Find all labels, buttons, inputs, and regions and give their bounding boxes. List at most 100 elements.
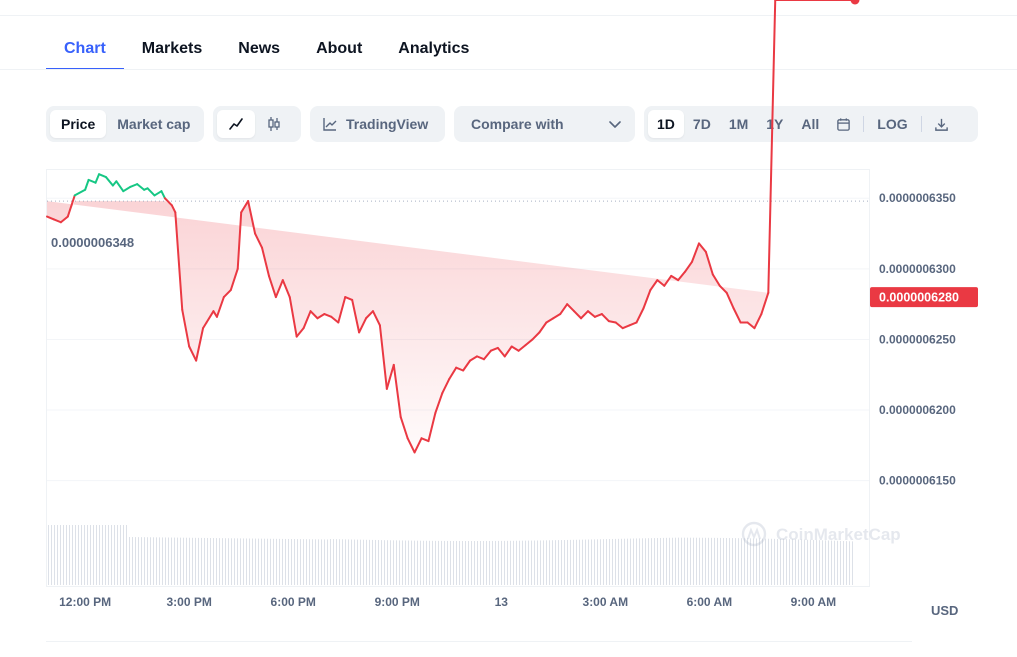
volume-bar	[195, 537, 196, 585]
volume-bar	[789, 539, 790, 585]
y-tick-label: 0.0000006350	[879, 191, 956, 205]
volume-bar	[141, 537, 142, 585]
volume-bar	[444, 540, 445, 585]
volume-bar	[210, 538, 211, 585]
current-price-text: 0.0000006280	[879, 291, 959, 305]
volume-bar	[441, 540, 442, 585]
volume-bar	[324, 539, 325, 585]
volume-bar	[570, 539, 571, 585]
volume-bar	[333, 539, 334, 585]
volume-bar	[720, 537, 721, 585]
volume-bar	[657, 538, 658, 585]
volume-bar	[291, 539, 292, 585]
volume-bar	[273, 538, 274, 585]
volume-bar	[690, 537, 691, 585]
volume-bar	[582, 539, 583, 585]
volume-bar	[819, 540, 820, 585]
volume-bar	[552, 540, 553, 585]
volume-bar	[837, 540, 838, 585]
price-chart[interactable]: 0.0000006350 0.0000006300 0.0000006250 0.00…	[0, 0, 1017, 657]
volume-bar	[423, 540, 424, 585]
volume-bar	[792, 539, 793, 585]
volume-bar	[594, 539, 595, 585]
volume-bar	[156, 537, 157, 585]
volume-bar	[633, 538, 634, 585]
volume-bar	[306, 539, 307, 585]
price-line-segment	[98, 173, 107, 179]
volume-bar	[537, 540, 538, 585]
volume-bar	[330, 539, 331, 585]
volume-bar	[231, 538, 232, 585]
volume-bar	[177, 537, 178, 585]
volume-bar	[471, 540, 472, 585]
price-area-fill	[47, 201, 769, 453]
volume-bar	[60, 525, 61, 585]
volume-bar	[255, 538, 256, 585]
volume-bar	[111, 525, 112, 585]
volume-bar	[318, 539, 319, 585]
volume-bar	[768, 538, 769, 585]
volume-bar	[645, 538, 646, 585]
volume-bar	[294, 539, 295, 585]
volume-bar	[693, 537, 694, 585]
volume-bar	[810, 539, 811, 585]
price-line-segment	[607, 320, 617, 324]
volume-bar	[561, 540, 562, 585]
volume-bar	[516, 540, 517, 585]
volume-bar	[621, 538, 622, 585]
volume-bar	[747, 538, 748, 585]
volume-bar	[459, 540, 460, 585]
volume-bar	[228, 538, 229, 585]
volume-bar	[147, 537, 148, 585]
volume-bar	[99, 525, 100, 585]
volume-bar	[234, 538, 235, 585]
x-tick-label: 9:00 PM	[375, 595, 420, 609]
volume-bar	[246, 538, 247, 585]
volume-bar	[783, 539, 784, 585]
volume-bar	[129, 537, 130, 585]
volume-bar	[264, 538, 265, 585]
volume-bar	[420, 540, 421, 585]
volume-bar	[816, 540, 817, 585]
volume-bar	[213, 538, 214, 585]
volume-bar	[204, 537, 205, 585]
volume-bar	[447, 540, 448, 585]
volume-bar	[672, 537, 673, 585]
volume-bar	[285, 538, 286, 585]
y-tick-label: 0.0000006150	[879, 474, 956, 488]
volume-bar	[90, 525, 91, 585]
price-line-segment	[87, 178, 97, 184]
y-tick-label: 0.0000006250	[879, 332, 956, 346]
volume-bar	[687, 537, 688, 585]
price-line-segment	[129, 183, 139, 188]
volume-bar	[831, 540, 832, 585]
volume-bar	[483, 540, 484, 585]
volume-bar	[507, 540, 508, 585]
volume-bar	[114, 525, 115, 585]
volume-bar	[135, 537, 136, 585]
price-line-segment	[160, 190, 166, 200]
volume-bar	[726, 537, 727, 585]
x-tick-label: 3:00 AM	[583, 595, 629, 609]
volume-bar	[624, 538, 625, 585]
volume-bar	[660, 537, 661, 585]
volume-bar	[615, 538, 616, 585]
volume-bar	[183, 537, 184, 585]
volume-bar	[681, 537, 682, 585]
volume-bar	[522, 540, 523, 585]
volume-bar	[777, 538, 778, 585]
price-line-segment	[153, 190, 163, 197]
volume-bar	[393, 540, 394, 585]
volume-bar	[462, 540, 463, 585]
volume-bar	[270, 538, 271, 585]
volume-bar	[549, 540, 550, 585]
price-line-segment	[104, 176, 114, 187]
volume-bar	[48, 525, 49, 585]
volume-bar	[804, 539, 805, 585]
volume-bar	[597, 539, 598, 585]
volume-bar	[216, 538, 217, 585]
volume-bar	[249, 538, 250, 585]
volume-bar	[309, 539, 310, 585]
volume-bar	[618, 538, 619, 585]
watermark-text: CoinMarketCap	[776, 525, 901, 544]
